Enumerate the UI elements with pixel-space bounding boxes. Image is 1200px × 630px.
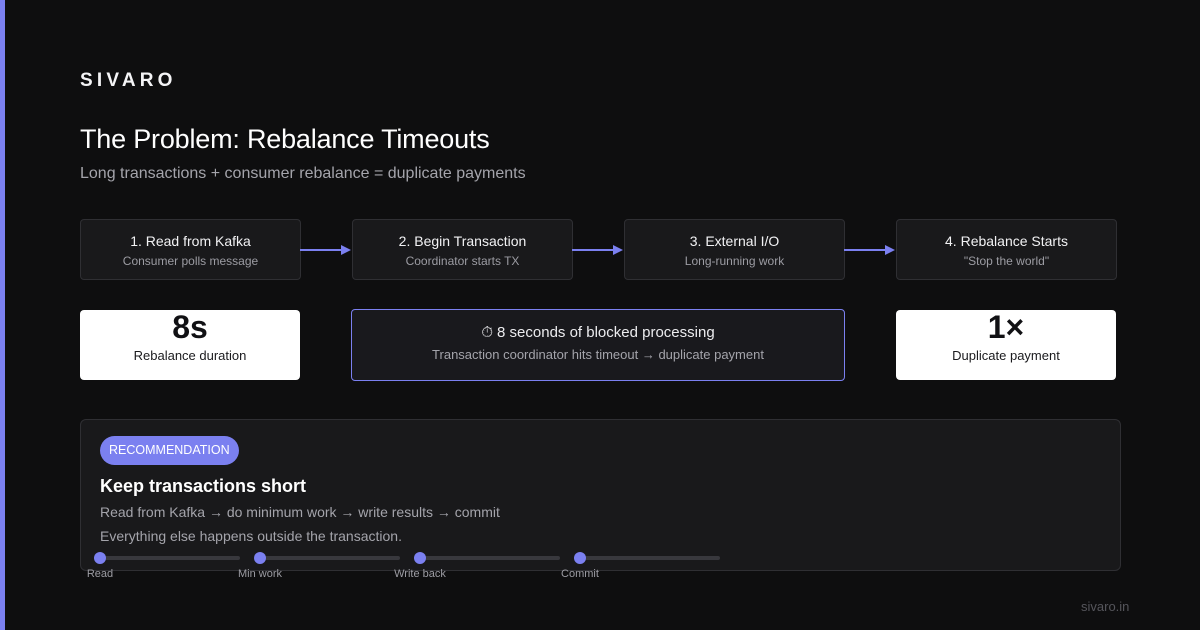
timeline-dot	[414, 552, 426, 564]
step-desc: Long-running work	[684, 254, 785, 268]
timeline-dot	[254, 552, 266, 564]
stat-card-rebalance-duration: 8s Rebalance duration	[80, 310, 300, 380]
page-subtitle: Long transactions + consumer rebalance =…	[80, 165, 526, 182]
step-title: 1. Read from Kafka	[130, 233, 251, 249]
page-title: The Problem: Rebalance Timeouts	[80, 124, 490, 154]
recommendation-panel: RECOMMENDATION Keep transactions short R…	[80, 419, 1121, 571]
footer-url: sivaro.in	[1081, 599, 1130, 614]
blocked-desc: Transaction coordinator hits timeout → d…	[432, 347, 764, 362]
arrow-right-icon	[844, 245, 895, 255]
step-title: 2. Begin Transaction	[398, 233, 527, 249]
stat-label: Rebalance duration	[133, 348, 247, 363]
stat-value: 1×	[987, 309, 1025, 345]
step-box-4: 4. Rebalance Starts "Stop the world"	[896, 219, 1117, 280]
stat-value: 8s	[172, 309, 208, 345]
timeline-dot	[94, 552, 106, 564]
stat-card-duplicate-payment: 1× Duplicate payment	[896, 310, 1116, 380]
timeline-track	[260, 556, 400, 560]
recommendation-steps: Read from Kafka → do minimum work → writ…	[100, 504, 500, 520]
stopwatch-icon: ⏱	[481, 324, 494, 341]
arrow-right-icon	[300, 245, 351, 255]
step-title: 4. Rebalance Starts	[945, 233, 1068, 249]
timeline-label: Min work	[237, 568, 282, 580]
step-desc: Consumer polls message	[122, 254, 259, 268]
step-desc: Coordinator starts TX	[405, 254, 520, 268]
accent-bar	[0, 0, 5, 630]
timeline-label: Read	[86, 568, 114, 580]
recommendation-badge: RECOMMENDATION	[100, 436, 239, 465]
arrow-right-icon	[572, 245, 623, 255]
step-desc: "Stop the world"	[963, 254, 1050, 268]
blocked-processing-callout: ⏱ 8 seconds of blocked processing Transa…	[351, 309, 845, 381]
step-box-2: 2. Begin Transaction Coordinator starts …	[352, 219, 573, 280]
recommendation-note: Everything else happens outside the tran…	[100, 528, 402, 544]
blocked-text: 8 seconds of blocked processing	[497, 324, 715, 341]
step-title: 3. External I/O	[689, 233, 780, 249]
brand-logo: SIVARO	[80, 70, 177, 91]
step-box-1: 1. Read from Kafka Consumer polls messag…	[80, 219, 301, 280]
timeline-dot	[574, 552, 586, 564]
timeline-track	[580, 556, 720, 560]
timeline-track	[420, 556, 560, 560]
timeline-label: Write back	[394, 568, 446, 580]
timeline-label: Commit	[561, 568, 599, 580]
timeline-track	[100, 556, 240, 560]
recommendation-title: Keep transactions short	[100, 476, 307, 496]
stat-label: Duplicate payment	[952, 348, 1060, 363]
step-box-3: 3. External I/O Long-running work	[624, 219, 845, 280]
